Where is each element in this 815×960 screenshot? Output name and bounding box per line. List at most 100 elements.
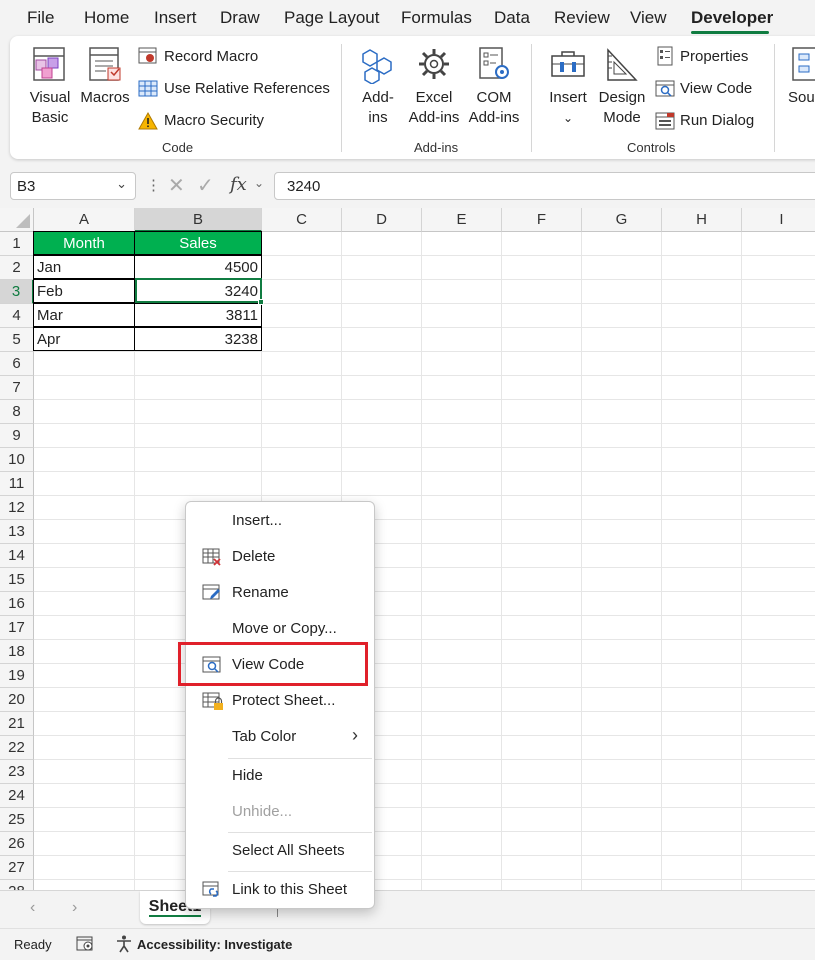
row-header[interactable]: 26 <box>0 832 34 856</box>
column-header-d[interactable]: D <box>342 208 422 232</box>
row-header[interactable]: 7 <box>0 376 34 400</box>
tab-review[interactable]: Review <box>554 8 610 28</box>
table-header-month[interactable]: Month <box>33 231 135 255</box>
insert-dropdown-icon[interactable]: ⌄ <box>558 108 578 128</box>
tab-page-layout[interactable]: Page Layout <box>284 8 379 28</box>
more-options-icon[interactable]: ⋮ <box>146 176 161 194</box>
accessibility-icon[interactable] <box>114 934 134 957</box>
row-header[interactable]: 16 <box>0 592 34 616</box>
column-header-g[interactable]: G <box>582 208 662 232</box>
accessibility-status[interactable]: Accessibility: Investigate <box>137 937 292 952</box>
insert-function-icon[interactable]: fx <box>230 174 247 195</box>
visual-basic-icon[interactable] <box>30 44 70 89</box>
row-header[interactable]: 13 <box>0 520 34 544</box>
fill-handle[interactable] <box>258 299 264 305</box>
function-dropdown-icon[interactable]: ⌄ <box>254 176 264 190</box>
row-header[interactable]: 2 <box>0 256 34 280</box>
row-header[interactable]: 22 <box>0 736 34 760</box>
row-header[interactable]: 4 <box>0 304 34 328</box>
row-header[interactable]: 3 <box>0 280 34 304</box>
com-add-ins-label[interactable]: COM Add-ins <box>464 88 524 128</box>
enter-icon[interactable]: ✓ <box>197 173 214 198</box>
row-header[interactable]: 21 <box>0 712 34 736</box>
toolbox-icon[interactable] <box>548 44 588 89</box>
tab-data[interactable]: Data <box>494 8 530 28</box>
tab-formulas[interactable]: Formulas <box>401 8 472 28</box>
add-ins-label[interactable]: Add-ins <box>354 88 402 128</box>
row-header[interactable]: 20 <box>0 688 34 712</box>
row-header[interactable]: 10 <box>0 448 34 472</box>
properties-button[interactable]: Properties <box>680 48 748 65</box>
macros-button[interactable]: Macros <box>80 88 130 108</box>
row-header[interactable]: 17 <box>0 616 34 640</box>
row-header[interactable]: 27 <box>0 856 34 880</box>
source-button[interactable]: Sour <box>788 88 815 108</box>
design-mode-icon[interactable] <box>602 44 642 89</box>
row-header[interactable]: 18 <box>0 640 34 664</box>
column-header-e[interactable]: E <box>422 208 502 232</box>
tab-home[interactable]: Home <box>84 8 129 28</box>
row-header[interactable]: 8 <box>0 400 34 424</box>
row-header[interactable]: 9 <box>0 424 34 448</box>
column-header-c[interactable]: C <box>262 208 342 232</box>
table-cell[interactable]: 4500 <box>134 255 262 279</box>
row-header[interactable]: 24 <box>0 784 34 808</box>
source-icon[interactable] <box>791 44 815 89</box>
row-header[interactable]: 14 <box>0 544 34 568</box>
row-header[interactable]: 19 <box>0 664 34 688</box>
design-mode-label[interactable]: Design Mode <box>594 88 650 128</box>
tab-view[interactable]: View <box>630 8 667 28</box>
worksheet-grid[interactable]: A B C D E F G H I 1 2 3 4 5 6 7 8 9 10 11 12 13 14 15 1… <box>0 208 815 890</box>
cancel-icon[interactable]: ✕ <box>168 173 185 198</box>
table-cell[interactable]: 3238 <box>134 327 262 351</box>
row-header[interactable]: 5 <box>0 328 34 352</box>
macros-icon[interactable] <box>86 44 126 89</box>
table-cell[interactable]: Apr <box>33 327 135 351</box>
formula-input[interactable]: 3240 <box>274 172 815 200</box>
com-add-ins-icon[interactable] <box>474 44 514 89</box>
row-header[interactable]: 6 <box>0 352 34 376</box>
tab-developer[interactable]: Developer <box>691 8 773 28</box>
table-cell[interactable]: Jan <box>33 255 135 279</box>
column-header-h[interactable]: H <box>662 208 742 232</box>
add-ins-icon[interactable] <box>358 44 398 89</box>
table-header-sales[interactable]: Sales <box>134 231 262 255</box>
record-macro-button[interactable]: Record Macro <box>164 48 258 65</box>
row-header[interactable]: 1 <box>0 232 34 256</box>
menu-item-link-to-sheet[interactable]: Link to this Sheet <box>186 873 374 907</box>
table-cell[interactable]: 3811 <box>134 303 262 327</box>
menu-item-insert[interactable]: Insert... <box>186 504 374 538</box>
row-header[interactable]: 25 <box>0 808 34 832</box>
select-all-corner[interactable] <box>0 208 34 232</box>
use-relative-references-button[interactable]: Use Relative References <box>164 80 330 97</box>
chevron-right-icon[interactable]: › <box>72 899 77 917</box>
menu-item-tab-color[interactable]: Tab Color › <box>186 720 374 754</box>
macro-security-button[interactable]: Macro Security <box>164 112 264 129</box>
menu-item-hide[interactable]: Hide <box>186 759 374 793</box>
row-header[interactable]: 12 <box>0 496 34 520</box>
name-box[interactable]: B3 ⌄ <box>10 172 136 200</box>
menu-item-delete[interactable]: Delete <box>186 540 374 574</box>
visual-basic-label[interactable]: Visual Basic <box>28 88 72 128</box>
table-cell[interactable]: Feb <box>33 279 135 303</box>
tab-file[interactable]: File <box>27 8 54 28</box>
row-header[interactable]: 28 <box>0 880 34 890</box>
tab-insert[interactable]: Insert <box>154 8 197 28</box>
menu-item-select-all-sheets[interactable]: Select All Sheets <box>186 834 374 868</box>
macro-recording-icon[interactable] <box>76 935 96 956</box>
excel-add-ins-label[interactable]: Excel Add-ins <box>404 88 464 128</box>
row-header[interactable]: 23 <box>0 760 34 784</box>
menu-item-rename[interactable]: Rename <box>186 576 374 610</box>
column-header-a[interactable]: A <box>34 208 135 232</box>
menu-item-move-or-copy[interactable]: Move or Copy... <box>186 612 374 646</box>
table-cell[interactable]: Mar <box>33 303 135 327</box>
tab-draw[interactable]: Draw <box>220 8 260 28</box>
run-dialog-button[interactable]: Run Dialog <box>680 112 754 129</box>
chevron-left-icon[interactable]: ‹ <box>30 899 35 917</box>
view-code-ribbon-button[interactable]: View Code <box>680 80 752 97</box>
row-header[interactable]: 15 <box>0 568 34 592</box>
insert-control-button[interactable]: Insert <box>542 88 594 108</box>
column-header-i[interactable]: I <box>742 208 815 232</box>
column-header-b[interactable]: B <box>135 208 262 232</box>
excel-add-ins-icon[interactable] <box>414 44 454 89</box>
